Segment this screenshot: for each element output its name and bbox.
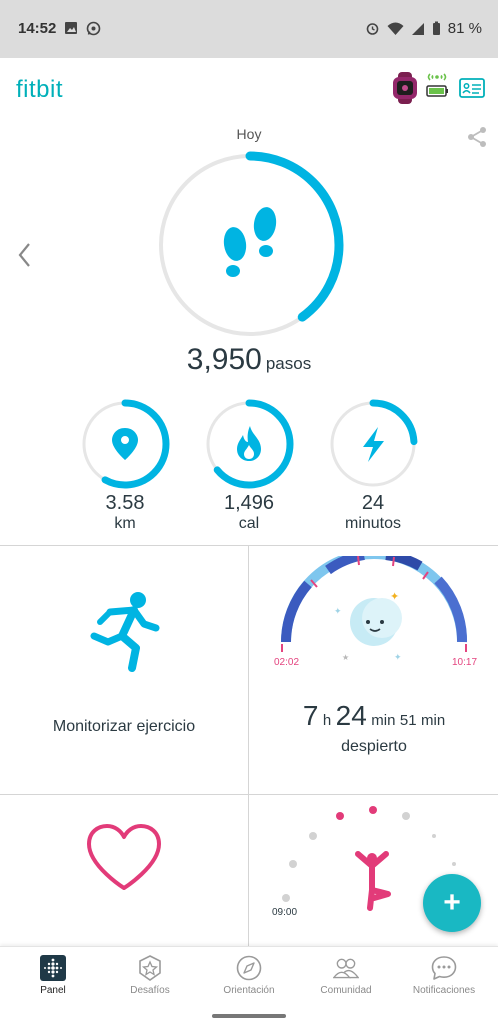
watch-device-icon[interactable] — [390, 72, 420, 104]
steps-unit: pasos — [265, 354, 312, 373]
distance-stat[interactable]: 3.58 km — [70, 398, 180, 533]
flame-icon — [237, 426, 261, 461]
home-indicator[interactable] — [212, 1014, 286, 1018]
sleep-minutes-unit: min — [371, 712, 396, 729]
nav-label: Panel — [40, 985, 66, 996]
nav-tab-notifications[interactable]: Notificaciones — [394, 955, 494, 996]
status-bar: 14:52 81 % — [0, 0, 498, 58]
active-minutes-stat[interactable]: 24 minutos — [318, 398, 428, 533]
running-person-icon — [90, 592, 160, 672]
svg-text:✦: ✦ — [334, 607, 342, 617]
whatsapp-icon — [86, 21, 101, 36]
heart-icon — [87, 824, 161, 890]
people-icon — [333, 958, 359, 979]
cell-signal-icon — [411, 22, 424, 35]
calories-progress-ring — [204, 399, 294, 489]
nav-label: Comunidad — [320, 985, 372, 996]
moon-icon — [350, 598, 402, 646]
distance-progress-ring — [80, 399, 170, 489]
nav-tab-community[interactable]: Comunidad — [296, 955, 396, 996]
alarm-icon — [366, 23, 379, 35]
nav-tab-panel[interactable]: Panel — [3, 955, 103, 996]
chat-bubble-icon — [431, 956, 457, 980]
share-icon[interactable] — [466, 126, 488, 148]
sleep-hours-unit: h — [322, 712, 332, 729]
previous-day-chevron-icon[interactable] — [14, 240, 34, 270]
status-system-icons: 81 % — [365, 20, 482, 37]
active-minutes-value: 24 — [361, 492, 385, 514]
active-minutes-unit: minutos — [344, 515, 402, 532]
fitbit-logo: fitbit — [16, 76, 64, 103]
status-notification-icons — [64, 21, 101, 36]
sleep-stages-arc: ✦ ✦ ✦ ★ 02:02 10:17 — [274, 556, 477, 668]
awake-minutes: 51 — [399, 712, 417, 729]
day-label: Hoy — [236, 126, 262, 142]
wifi-icon — [387, 22, 404, 35]
battery-icon — [432, 21, 440, 35]
add-button[interactable]: + — [423, 874, 481, 932]
sync-status-icon — [426, 73, 448, 97]
bottom-navigation: Panel Desafíos Orientación Comunidad Not… — [0, 946, 498, 1024]
awake-minutes-unit: min — [421, 712, 446, 729]
lightning-bolt-icon — [363, 427, 384, 462]
gallery-icon — [65, 22, 77, 34]
svg-text:★: ★ — [342, 653, 349, 662]
exercise-label: Monitorizar ejercicio — [52, 718, 196, 735]
distance-unit: km — [114, 515, 136, 532]
dashboard-icon — [40, 955, 66, 981]
svg-text:✦: ✦ — [390, 590, 399, 603]
calories-value: 1,496 — [223, 492, 275, 514]
nav-label: Notificaciones — [412, 985, 476, 996]
steps-count: 3,950 pasos — [0, 343, 498, 377]
calories-unit: cal — [238, 515, 260, 532]
svg-text:✦: ✦ — [394, 653, 402, 663]
profile-card-icon[interactable] — [459, 78, 485, 98]
badge-star-icon — [139, 955, 161, 981]
sleep-duration: 7 h 24 min 51 min — [250, 700, 498, 732]
nav-label: Orientación — [223, 985, 275, 996]
nav-tab-challenges[interactable]: Desafíos — [100, 955, 200, 996]
activity-time-label: 09:00 — [272, 907, 297, 918]
steps-value: 3,950 — [186, 343, 262, 376]
sleep-minutes: 24 — [335, 700, 367, 731]
steps-progress-ring[interactable] — [153, 148, 347, 342]
footsteps-icon — [223, 207, 277, 277]
sleep-awake-label: despierto — [341, 738, 407, 755]
sleep-start-time: 02:02 — [274, 657, 299, 668]
calories-stat[interactable]: 1,496 cal — [194, 398, 304, 533]
app-bar: fitbit — [0, 58, 498, 118]
sleep-hours: 7 — [302, 700, 319, 731]
nav-tab-guidance[interactable]: Orientación — [199, 955, 299, 996]
status-time: 14:52 — [18, 20, 57, 37]
compass-icon — [236, 955, 262, 981]
distance-value: 3.58 — [105, 492, 145, 514]
location-pin-icon — [112, 428, 138, 460]
active-minutes-progress-ring — [328, 399, 418, 489]
battery-percent: 81 % — [447, 20, 482, 37]
nav-label: Desafíos — [130, 985, 170, 996]
sleep-end-time: 10:17 — [452, 657, 477, 668]
